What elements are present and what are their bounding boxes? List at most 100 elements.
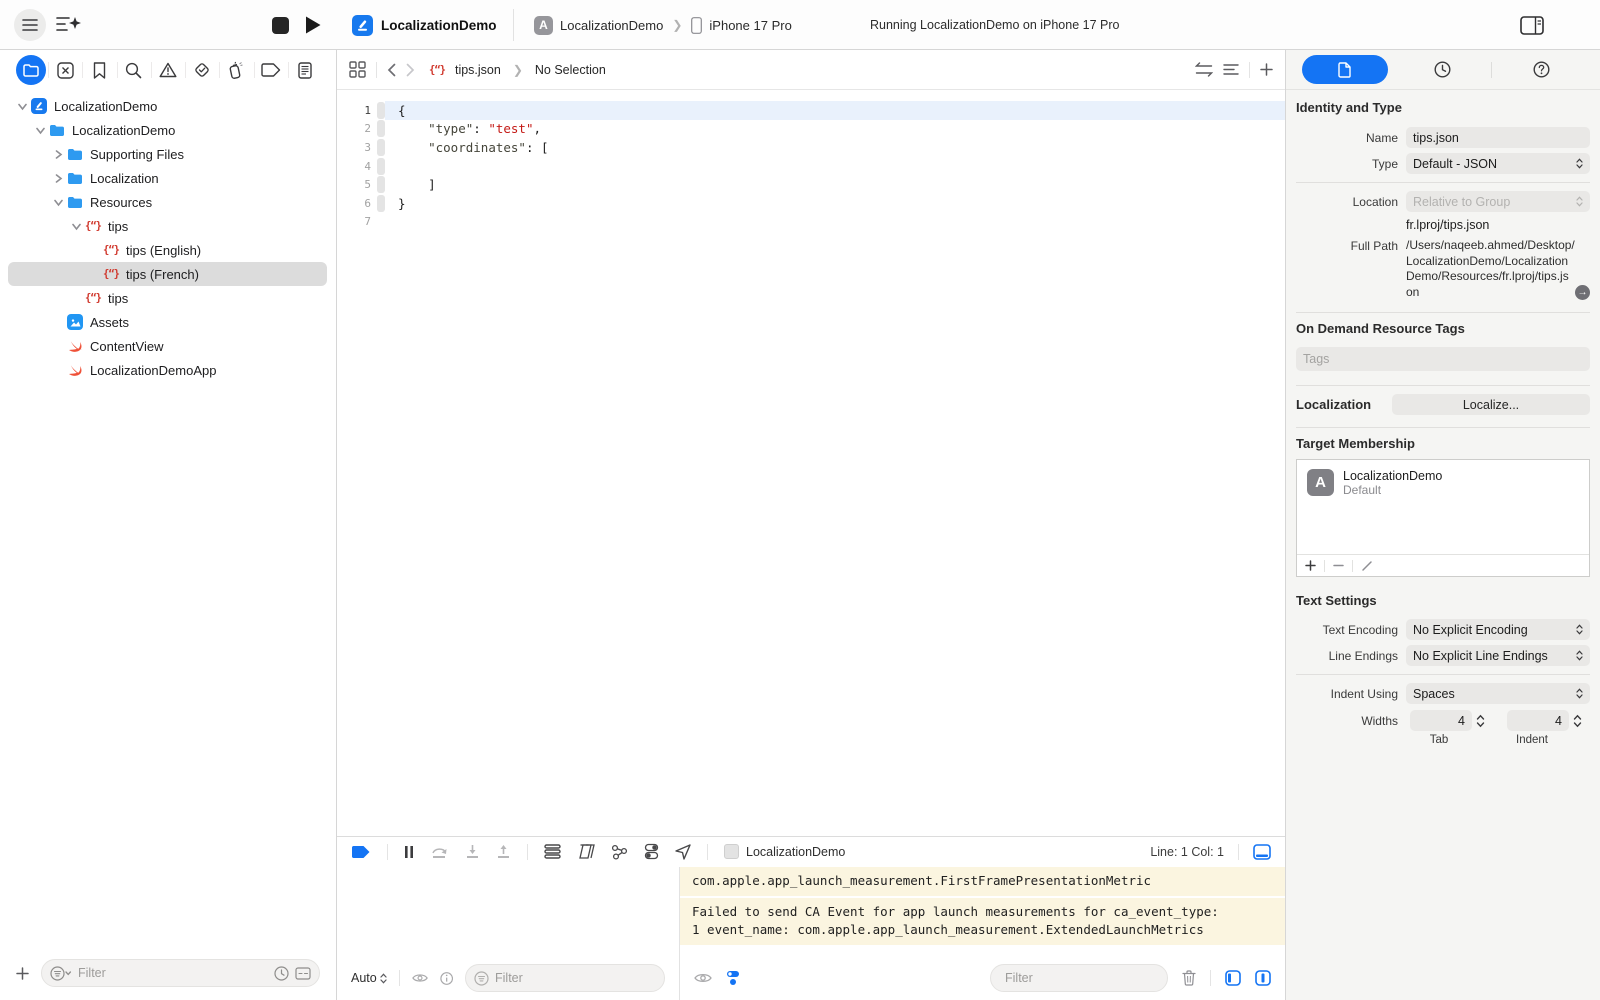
code-text[interactable]: } <box>385 194 1285 213</box>
step-over-button[interactable] <box>430 845 449 859</box>
tab-source-control[interactable] <box>48 50 82 90</box>
indent-width-stepper[interactable] <box>1573 714 1582 728</box>
tab-project-navigator[interactable] <box>14 50 48 90</box>
view-hierarchy-icon[interactable] <box>577 844 595 860</box>
disclosure-chevron-icon[interactable] <box>32 126 48 135</box>
console-metadata-toggle-icon[interactable] <box>726 970 740 986</box>
type-dropdown[interactable]: Default - JSON <box>1406 153 1590 174</box>
indent-width-field[interactable] <box>1507 710 1569 731</box>
back-button[interactable] <box>387 63 396 77</box>
code-line-6[interactable]: 6} <box>337 194 1285 213</box>
run-destination[interactable]: iPhone 17 Pro <box>709 18 791 33</box>
run-button[interactable] <box>304 0 322 50</box>
variables-filter-field[interactable] <box>465 964 665 992</box>
edit-target-button[interactable] <box>1361 560 1373 572</box>
tree-row-folder[interactable]: Localization <box>0 166 336 190</box>
source-editor[interactable]: 1{2 "type": "test",3 "coordinates": [45 … <box>337 91 1285 836</box>
code-review-icon[interactable] <box>1195 62 1213 77</box>
tab-find[interactable] <box>117 50 151 90</box>
debug-view-stack-icon[interactable] <box>544 844 561 859</box>
step-out-button[interactable] <box>496 844 511 859</box>
tree-row-folder[interactable]: LocalizationDemo <box>0 118 336 142</box>
tree-row-json-selected[interactable]: {“} tips (French) <box>0 262 336 286</box>
variables-scope-dropdown[interactable]: Auto <box>351 971 387 985</box>
code-text[interactable]: { <box>385 101 1285 120</box>
line-number[interactable]: 6 <box>337 197 377 210</box>
stop-button[interactable] <box>272 0 289 50</box>
add-editor-button[interactable] <box>1260 63 1273 76</box>
quicklook-eye-icon[interactable] <box>694 972 712 984</box>
jumpbar-selection[interactable]: No Selection <box>535 63 606 77</box>
environment-overrides-icon[interactable] <box>644 843 659 860</box>
ai-assistant-button[interactable] <box>56 0 82 50</box>
code-line-7[interactable]: 7 <box>337 213 1285 232</box>
name-input[interactable] <box>1413 131 1583 145</box>
scheme-selector[interactable]: A LocalizationDemo ❯ iPhone 17 Pro <box>534 0 792 50</box>
code-text[interactable] <box>385 157 1285 176</box>
localize-button[interactable]: Localize... <box>1392 394 1590 415</box>
tab-history-inspector[interactable] <box>1394 50 1492 90</box>
disclosure-chevron-icon[interactable] <box>68 222 84 231</box>
code-text[interactable]: "type": "test", <box>385 120 1285 139</box>
tree-row-folder[interactable]: Supporting Files <box>0 142 336 166</box>
code-text[interactable]: "coordinates": [ <box>385 138 1285 157</box>
location-dropdown[interactable]: Relative to Group <box>1406 191 1590 212</box>
tab-width-stepper[interactable] <box>1476 714 1485 728</box>
pause-button[interactable] <box>404 845 414 859</box>
code-text[interactable] <box>385 213 1285 232</box>
tab-help-inspector[interactable] <box>1492 50 1590 90</box>
tab-bookmarks[interactable] <box>82 50 116 90</box>
line-endings-dropdown[interactable]: No Explicit Line Endings <box>1406 645 1590 666</box>
simulate-location-icon[interactable] <box>675 844 691 860</box>
navigator-filter-field[interactable] <box>41 959 320 987</box>
clear-console-trash-icon[interactable] <box>1182 970 1196 986</box>
code-line-2[interactable]: 2 "type": "test", <box>337 120 1285 139</box>
tree-row-assets[interactable]: Assets <box>0 310 336 334</box>
scheme-name[interactable]: LocalizationDemo <box>560 18 663 33</box>
tab-file-inspector[interactable] <box>1296 50 1394 90</box>
tree-row-json[interactable]: {“} tips (English) <box>0 238 336 262</box>
line-number[interactable]: 3 <box>337 141 377 154</box>
code-line-1[interactable]: 1{ <box>337 101 1285 120</box>
line-number[interactable]: 2 <box>337 122 377 135</box>
show-console-panel-icon[interactable] <box>1255 970 1271 986</box>
tree-row-swift[interactable]: LocalizationDemoApp <box>0 358 336 382</box>
tree-row-project[interactable]: LocalizationDemo <box>0 94 336 118</box>
line-number[interactable]: 1 <box>337 104 377 117</box>
info-icon[interactable] <box>440 971 453 986</box>
quicklook-eye-icon[interactable] <box>412 972 428 984</box>
console-filter-input[interactable] <box>1005 971 1166 985</box>
tab-tests[interactable] <box>185 50 219 90</box>
code-text[interactable]: ] <box>385 175 1285 194</box>
disclosure-chevron-icon[interactable] <box>14 102 30 111</box>
window-tab[interactable]: LocalizationDemo <box>352 0 497 50</box>
code-line-5[interactable]: 5 ] <box>337 175 1285 194</box>
console-log-row[interactable]: Failed to send CA Event for app launch m… <box>680 898 1285 947</box>
code-line-3[interactable]: 3 "coordinates": [ <box>337 138 1285 157</box>
disclosure-chevron-icon[interactable] <box>50 174 66 183</box>
open-path-arrow-button[interactable]: → <box>1575 285 1590 300</box>
debug-area-toggle-icon[interactable] <box>1253 844 1271 860</box>
tab-issues[interactable] <box>151 50 185 90</box>
tab-width-field[interactable] <box>1410 710 1472 731</box>
show-variables-panel-icon[interactable] <box>1225 970 1241 986</box>
debug-process[interactable]: LocalizationDemo <box>724 844 845 859</box>
code-line-4[interactable]: 4 <box>337 157 1285 176</box>
indent-width-input[interactable] <box>1507 710 1569 731</box>
name-field[interactable] <box>1406 127 1590 148</box>
jumpbar-file[interactable]: tips.json <box>455 63 501 77</box>
target-membership-row[interactable]: A LocalizationDemo Default <box>1297 460 1589 506</box>
tree-row-json[interactable]: {“} tips <box>0 214 336 238</box>
tags-input[interactable] <box>1303 352 1583 366</box>
tab-breakpoints[interactable] <box>254 50 288 90</box>
forward-button[interactable] <box>406 63 415 77</box>
console-log-row[interactable]: com.apple.app_launch_measurement.FirstFr… <box>680 867 1285 898</box>
add-target-button[interactable] <box>1305 560 1316 571</box>
related-items-icon[interactable] <box>349 61 366 78</box>
navigator-filter-input[interactable] <box>78 966 268 980</box>
tab-debug[interactable] <box>219 50 253 90</box>
tab-width-input[interactable] <box>1410 710 1472 731</box>
console-filter-field[interactable] <box>990 964 1168 992</box>
breakpoints-toggle-icon[interactable] <box>351 845 371 859</box>
variables-filter-input[interactable] <box>495 971 656 985</box>
